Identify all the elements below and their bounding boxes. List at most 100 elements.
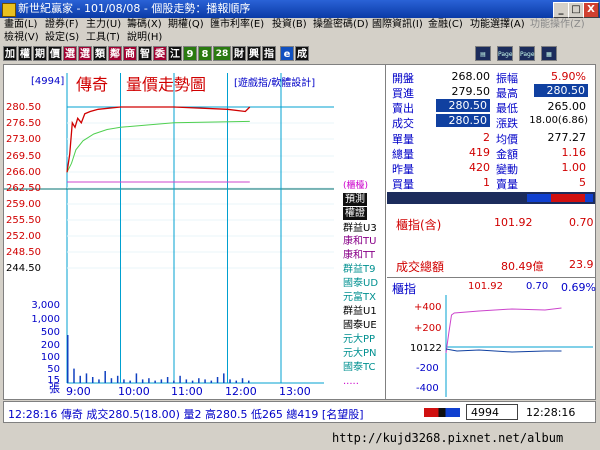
page-prev-icon[interactable]: Page — [497, 46, 513, 61]
volume-bar — [185, 379, 188, 383]
price-tick: 280.50 — [6, 102, 41, 113]
toolbar-button-finance[interactable]: 財 — [232, 46, 246, 61]
toolbar-button-commodity[interactable]: 商 — [123, 46, 137, 61]
chart-icon[interactable]: ▤ — [475, 46, 491, 61]
menu-finance[interactable]: 金融(C) — [428, 18, 463, 32]
toolbar-button-weight[interactable]: 權 — [18, 46, 32, 61]
toolbar-button-price[interactable]: 價 — [48, 46, 62, 61]
minimize-button[interactable]: _ — [553, 2, 569, 18]
toolbar-button-e[interactable]: e — [280, 46, 294, 61]
toolbar-button-river[interactable]: 江 — [168, 46, 182, 61]
forecast-tab[interactable]: 預測 — [343, 193, 367, 206]
toolbar-button-trade[interactable]: 成 — [295, 46, 309, 61]
index-line — [445, 307, 562, 354]
volume-bar — [116, 375, 119, 383]
grid-icon[interactable]: ▦ — [541, 46, 557, 61]
strip-blue-end — [585, 194, 593, 202]
high-label: 最高 — [496, 87, 518, 100]
toolbar-button-option-a[interactable]: 選 — [63, 46, 77, 61]
price-tick: 269.50 — [6, 151, 41, 162]
broker-item[interactable]: 康和TU — [343, 235, 376, 248]
time-tick: 10:00 — [118, 385, 150, 398]
price-tick: 276.50 — [6, 118, 41, 129]
volume-bar — [148, 378, 150, 383]
menu-tools[interactable]: 工具(T) — [86, 31, 120, 45]
buy-volume-value: 1 — [483, 176, 490, 189]
menu-international[interactable]: 國際資訊(I) — [372, 18, 423, 32]
volume-bar — [248, 380, 250, 383]
watermark-url: http://kujd3268.pixnet.net/album — [332, 431, 564, 445]
index-chart-change: 0.70 — [526, 281, 549, 292]
menu-securities[interactable]: 證券(F) — [45, 18, 79, 32]
broker-item[interactable]: 國泰UE — [343, 319, 377, 332]
toolbar-button-order[interactable]: 委 — [153, 46, 167, 61]
volume-bar — [216, 377, 219, 383]
amount-value: 1.16 — [561, 146, 587, 159]
menu-settings[interactable]: 設定(S) — [45, 31, 79, 45]
broker-more[interactable]: ..... — [343, 375, 359, 388]
volume-change-label: 變動 — [496, 163, 518, 176]
time-tick: 12:00 — [225, 385, 257, 398]
ask-label: 賣出 — [392, 102, 414, 115]
menu-screen[interactable]: 畫面(L) — [4, 18, 37, 32]
toolbar-button-prosper[interactable]: 興 — [247, 46, 261, 61]
close-button[interactable]: X — [583, 2, 599, 18]
unit-volume-value: 2 — [483, 131, 490, 144]
volume-bar — [191, 380, 194, 383]
unit-volume-label: 單量 — [392, 133, 414, 146]
volume-bar — [179, 375, 181, 383]
low-label: 最低 — [496, 102, 518, 115]
broker-item[interactable]: 群益U3 — [343, 222, 377, 235]
amplitude-value: 5.90% — [551, 70, 586, 83]
bid-label: 買進 — [392, 87, 414, 100]
menu-function-select[interactable]: 功能選擇(A) — [470, 18, 525, 32]
index-tick: -200 — [416, 363, 439, 374]
broker-item[interactable]: 元富TX — [343, 291, 376, 304]
volume-tick: 100 — [40, 352, 60, 363]
toolbar-button-add[interactable]: 加 — [3, 46, 17, 61]
volume-bar — [223, 373, 225, 383]
broker-item[interactable]: 國泰UD — [343, 277, 378, 290]
broker-item[interactable]: 群益U1 — [343, 305, 377, 318]
volume-bar — [98, 379, 100, 383]
time-tick: 11:00 — [171, 385, 203, 398]
stock-code-input[interactable]: 4994 — [466, 404, 518, 420]
volume-bar — [104, 371, 106, 383]
menu-trading-code[interactable]: 操盤密碼(D) — [313, 18, 369, 32]
warrant-tab[interactable]: 權證 — [343, 207, 367, 220]
sell-volume-label: 賣量 — [496, 178, 518, 191]
low-value: 265.00 — [547, 100, 587, 113]
change-value: 18.00(6.86) — [529, 115, 588, 126]
volume-bar — [173, 380, 175, 383]
broker-item[interactable]: 康和TT — [343, 249, 375, 262]
toolbar-button-futures[interactable]: 期 — [33, 46, 47, 61]
toolbar-button-28[interactable]: 28 — [213, 46, 231, 61]
toolbar-button-index[interactable]: 指 — [262, 46, 276, 61]
menu-major[interactable]: 主力(U) — [86, 18, 121, 32]
menu-invest[interactable]: 投資(B) — [272, 18, 307, 32]
broker-item[interactable]: 元大PP — [343, 333, 375, 346]
price-tick: 259.00 — [6, 199, 41, 210]
ask-value: 280.50 — [436, 99, 490, 112]
toolbar-button-neighbor[interactable]: 鄰 — [108, 46, 122, 61]
volume-tick: 200 — [40, 340, 60, 351]
volume-bar — [141, 379, 144, 383]
toolbar-button-smart[interactable]: 智 — [138, 46, 152, 61]
price-tick: 252.00 — [6, 231, 41, 242]
menu-futures[interactable]: 期權(Q) — [168, 18, 204, 32]
yesterday-volume-label: 昨量 — [392, 163, 414, 176]
broker-item[interactable]: 元大PN — [343, 347, 377, 360]
menu-help[interactable]: 說明(H) — [127, 31, 162, 45]
toolbar-button-9[interactable]: 9 — [183, 46, 197, 61]
toolbar-button-category[interactable]: 類 — [93, 46, 107, 61]
page-next-icon[interactable]: Page — [519, 46, 535, 61]
maximize-button[interactable]: □ — [568, 2, 584, 18]
menu-view[interactable]: 檢視(V) — [4, 31, 39, 45]
menu-chips[interactable]: 籌碼(X) — [127, 18, 162, 32]
toolbar-button-option-b[interactable]: 選 — [78, 46, 92, 61]
toolbar-button-8[interactable]: 8 — [198, 46, 212, 61]
broker-item[interactable]: 群益T9 — [343, 263, 375, 276]
volume-bar — [79, 375, 81, 383]
menu-forex[interactable]: 匯市利率(E) — [210, 18, 264, 32]
broker-item[interactable]: 國泰TC — [343, 361, 376, 374]
